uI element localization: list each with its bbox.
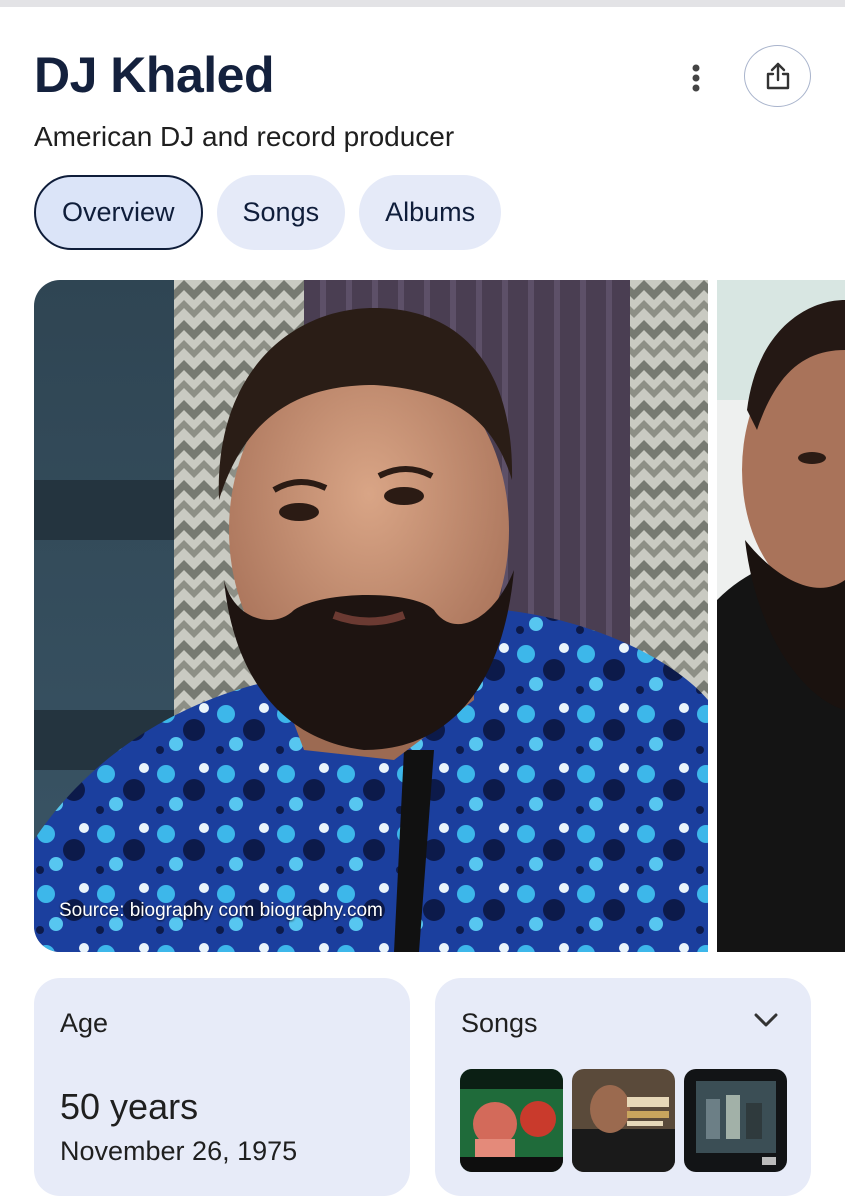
more-vert-icon [692, 64, 700, 92]
song-thumbnails [460, 1069, 787, 1172]
chevron-down-icon[interactable] [753, 1012, 779, 1028]
songs-label: Songs [461, 1008, 538, 1038]
page-subtitle: American DJ and record producer [34, 121, 455, 152]
share-icon [766, 62, 789, 90]
age-label: Age [60, 1008, 109, 1038]
tab-songs[interactable]: Songs [216, 175, 346, 250]
main-photo[interactable]: Source: biography com biography.com [34, 280, 708, 952]
tab-bar: Overview Songs Albums [34, 175, 502, 250]
age-card[interactable]: Age 50 years November 26, 1975 [34, 978, 410, 1196]
tab-overview[interactable]: Overview [34, 175, 203, 250]
songs-card[interactable]: Songs [435, 978, 811, 1196]
portrait-image [34, 280, 708, 952]
song-thumbnail[interactable] [460, 1069, 563, 1172]
portrait-image-2 [717, 280, 845, 952]
share-button[interactable] [744, 45, 811, 107]
page-title: DJ Khaled [34, 47, 275, 103]
more-options-button[interactable] [678, 60, 714, 96]
secondary-photo[interactable] [717, 280, 845, 952]
image-source-caption: Source: biography com biography.com [59, 900, 383, 921]
song-thumbnail[interactable] [572, 1069, 675, 1172]
age-value: 50 years [60, 1086, 199, 1127]
top-divider [0, 0, 845, 7]
birth-date: November 26, 1975 [60, 1136, 298, 1166]
tab-albums[interactable]: Albums [359, 175, 502, 250]
song-thumbnail[interactable] [684, 1069, 787, 1172]
